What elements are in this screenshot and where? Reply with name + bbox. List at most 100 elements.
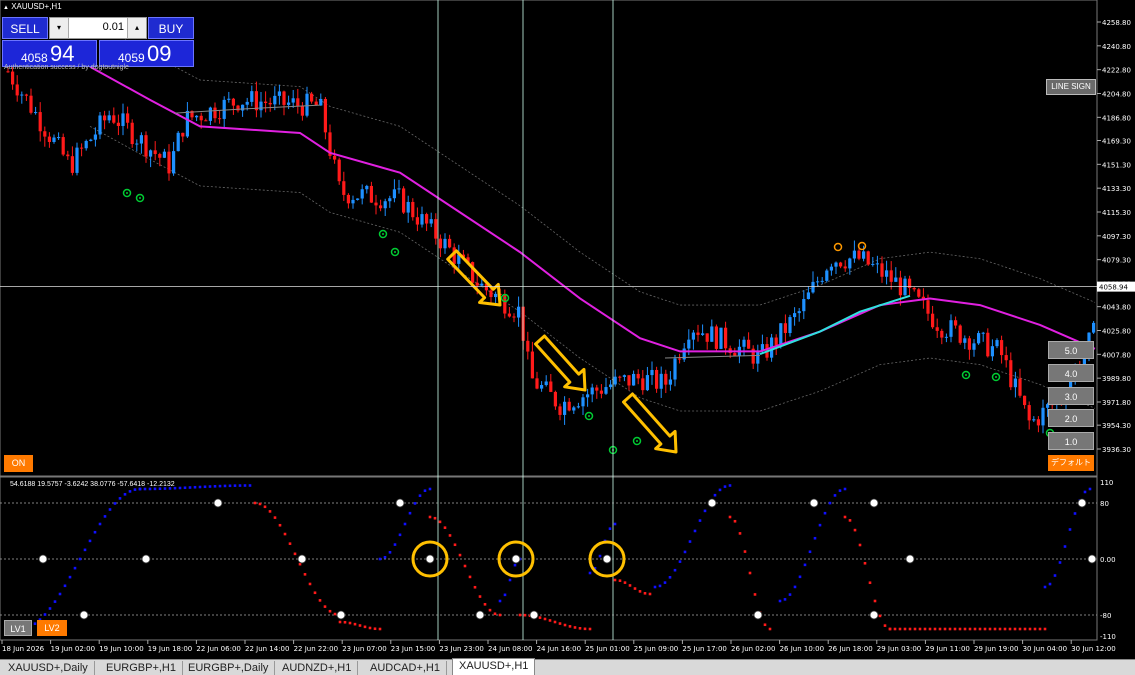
candle-body (181, 132, 185, 137)
tab-audcad-h1[interactable]: AUDCAD+,H1 (364, 661, 447, 675)
oscillator-dot (213, 485, 217, 488)
candle-body (958, 325, 962, 343)
candle-body (475, 282, 479, 286)
price-tick-label: 4079.30 (1102, 257, 1131, 265)
oscillator-dot (358, 624, 362, 627)
candle-body (176, 132, 180, 152)
signal-dot (382, 233, 384, 235)
chart-area[interactable]: 4258.80 4240.80 4222.80 4204.80 4186.80 4169.… (0, 0, 1135, 660)
default-button[interactable]: デフォルト (1048, 455, 1094, 471)
oscillator-dot (203, 485, 207, 489)
candle-body (268, 102, 272, 105)
on-button[interactable]: ON (4, 455, 33, 472)
candle-body (323, 98, 327, 133)
indicator-tick-label: 80 (1100, 500, 1109, 508)
sell-price[interactable]: 4058 94 (2, 40, 97, 67)
candle-body (277, 91, 281, 96)
sell-button[interactable]: SELL (2, 17, 48, 39)
lower-band-line (89, 125, 1096, 412)
candle-body (130, 122, 134, 145)
candle-body (153, 150, 157, 155)
buy-button[interactable]: BUY (148, 17, 194, 39)
oscillator-dot (563, 623, 567, 627)
oscillator-dot (643, 592, 647, 595)
candle-body (392, 189, 396, 199)
line-sign-button[interactable]: LINE SIGN (1046, 79, 1096, 95)
candle-body (535, 378, 539, 389)
oscillator-dot (788, 593, 792, 596)
oscillator-dot (218, 484, 222, 488)
candle-body (397, 188, 401, 190)
candle-body (967, 338, 971, 350)
oscillator-dot (783, 598, 787, 601)
oscillator-dot (393, 543, 397, 546)
candle-body (24, 94, 28, 96)
tab-xauusd-h1[interactable]: XAUUSD+,H1 (452, 658, 536, 675)
oscillator-dot (288, 542, 292, 545)
candle-body (282, 91, 286, 105)
oscillator-dot (883, 624, 887, 627)
price-chart[interactable]: 4258.80 4240.80 4222.80 4204.80 4186.80 4169.… (0, 0, 1135, 660)
signal-dot (126, 192, 128, 194)
candle-body (1009, 360, 1013, 388)
level-1-button[interactable]: 1.0 (1048, 432, 1094, 450)
tab-eurgbp-h1[interactable]: EURGBP+,H1 (100, 661, 183, 675)
level-2-button[interactable]: 2.0 (1048, 409, 1094, 427)
oscillator-dot (693, 529, 697, 533)
buy-price[interactable]: 4059 09 (99, 40, 194, 67)
indicator-marker (141, 554, 151, 564)
candle-body (655, 369, 659, 389)
signal-dot (636, 440, 638, 442)
indicator-marker (1087, 554, 1097, 564)
candle-body (84, 140, 88, 149)
candle-body (604, 387, 608, 394)
time-tick-label: 29 Jun 03:00 (877, 645, 921, 653)
oscillator-dot (803, 563, 807, 567)
lv2-button[interactable]: LV2 (37, 620, 67, 636)
candle-body (411, 201, 415, 218)
candle-body (365, 185, 369, 190)
candle-body (250, 91, 254, 102)
tab-eurgbp-daily[interactable]: EURGBP+,Daily (182, 661, 276, 675)
tab-xauusd-daily[interactable]: XAUUSD+,Daily (2, 661, 95, 675)
time-tick-label: 26 Jun 02:00 (731, 645, 775, 653)
lot-decrease-icon[interactable]: ▾ (50, 18, 69, 38)
candle-body (595, 387, 599, 391)
candle-body (1000, 340, 1004, 356)
oscillator-dot (318, 599, 322, 602)
candle-body (333, 155, 337, 160)
lot-value[interactable]: 0.01 (103, 21, 124, 33)
oscillator-dot (1088, 487, 1092, 491)
lv1-button[interactable]: LV1 (4, 620, 32, 636)
oscillator-dot (663, 581, 667, 584)
lot-increase-icon[interactable]: ▴ (127, 18, 146, 38)
oscillator-dot (868, 581, 872, 585)
oscillator-dot (148, 487, 152, 491)
indicator-marker (425, 554, 435, 564)
tab-audnzd-h1[interactable]: AUDNZD+,H1 (276, 661, 359, 675)
candle-body (227, 98, 231, 100)
oscillator-dot (673, 568, 677, 572)
oscillator-dot (703, 509, 707, 513)
candle-body (438, 238, 442, 249)
level-3-button[interactable]: 3.0 (1048, 387, 1094, 405)
lot-input[interactable]: ▾ 0.01 ▴ (49, 17, 147, 39)
trend-arrow-icon (534, 334, 587, 392)
level-4-button[interactable]: 4.0 (1048, 364, 1094, 382)
signal-dot (394, 251, 396, 253)
candle-body (135, 143, 139, 145)
candle-body (1036, 419, 1040, 426)
candle-body (590, 387, 594, 395)
oscillator-dot (378, 627, 382, 631)
chart-tabs: XAUUSD+,Daily EURGBP+,H1 EURGBP+,Daily A… (0, 658, 1135, 675)
oscillator-dot (948, 627, 952, 631)
price-tick-label: 4222.80 (1102, 67, 1131, 75)
oscillator-dot (738, 532, 742, 535)
oscillator-dot (1083, 490, 1087, 494)
candle-body (1004, 355, 1008, 361)
candle-body (34, 112, 38, 114)
oscillator-dot (513, 563, 517, 567)
oscillator-dot (1013, 627, 1017, 631)
level-5-button[interactable]: 5.0 (1048, 341, 1094, 359)
candle-body (889, 270, 893, 282)
